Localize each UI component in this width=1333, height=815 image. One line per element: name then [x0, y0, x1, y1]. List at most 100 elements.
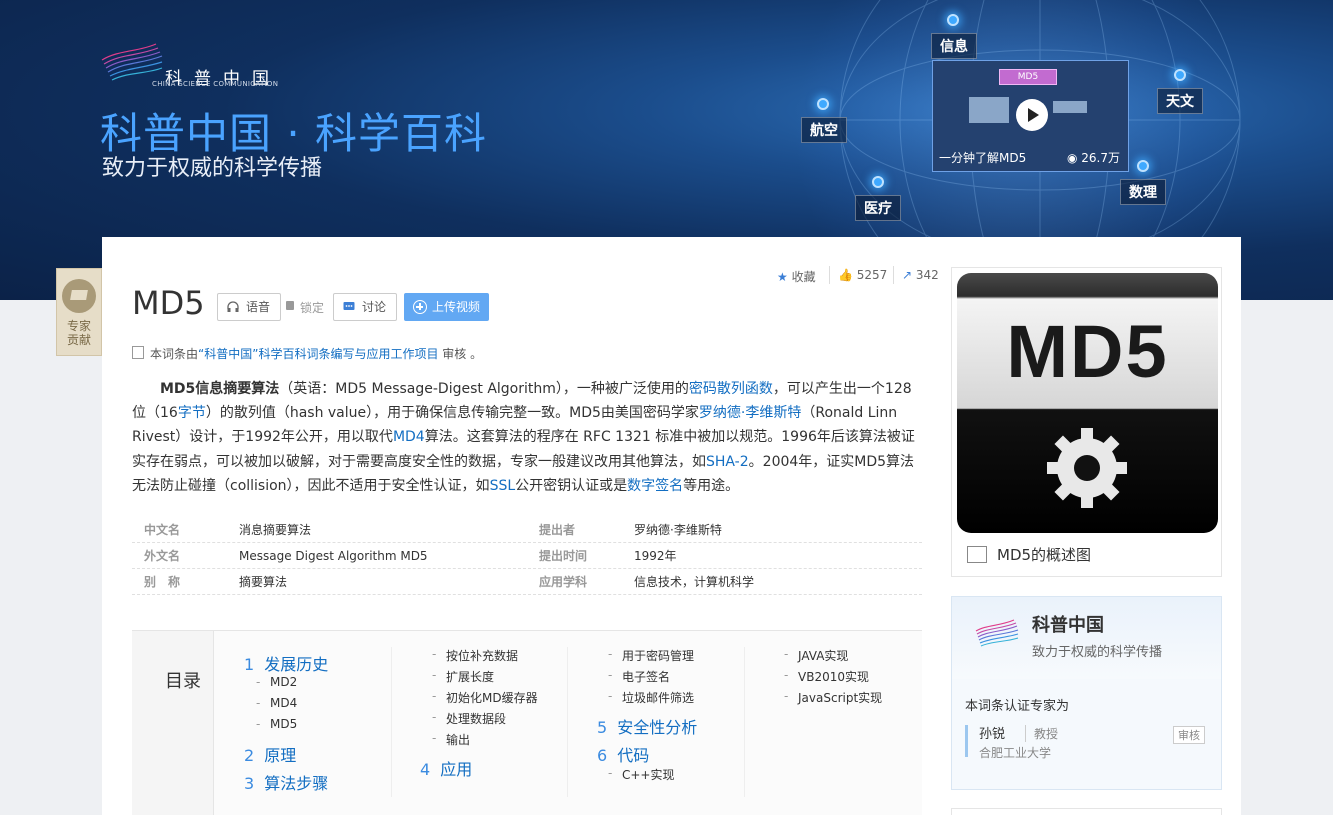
toc-section-3[interactable]: 3 算法步骤 [244, 770, 328, 794]
toc-item[interactable]: JAVA实现 [784, 647, 848, 664]
toc-item[interactable]: MD5 [256, 717, 297, 731]
expert-accent-bar [965, 725, 968, 757]
info-value: 1992年 [634, 549, 677, 563]
toc-title: 原理 [264, 746, 297, 765]
thumbs-up-icon: 👍 [838, 268, 853, 282]
gear-icon [1047, 428, 1127, 508]
toc-section-1[interactable]: 1 发展历史 [244, 651, 328, 675]
summary-text: ）的散列值（hash value），用于确保信息传输完整一致。MD5由美国密码学… [205, 405, 699, 422]
toc-item[interactable]: 电子签名 [608, 668, 670, 685]
summary-bold: MD5信息摘要算法 [160, 381, 280, 397]
upload-label: 上传视频 [432, 300, 481, 314]
link-rivest[interactable]: 罗纳德·李维斯特 [699, 405, 801, 421]
toc-section-6[interactable]: 6 代码 [597, 742, 649, 766]
tag-math-physics[interactable]: 数理 [1120, 179, 1166, 205]
voice-button[interactable]: 语音 [217, 293, 282, 321]
summary-image-box[interactable]: MD5 MD5的概述图 [951, 267, 1222, 577]
toc-num: 1 [244, 655, 255, 674]
image-caption[interactable]: MD5的概述图 [967, 544, 1091, 565]
expert-title: 教授 [1025, 725, 1058, 742]
discuss-label: 讨论 [362, 300, 387, 314]
entry-title: MD5 [132, 284, 205, 322]
info-value-link[interactable]: 罗纳德·李维斯特 [634, 517, 722, 543]
toc-num: 5 [597, 718, 608, 737]
document-icon [132, 346, 144, 359]
info-row: 外文名 Message Digest Algorithm MD5 提出时间 19… [132, 543, 922, 569]
upload-video-button[interactable]: 上传视频 [404, 293, 489, 321]
tag-astronomy[interactable]: 天文 [1157, 88, 1203, 114]
tag-info[interactable]: 信息 [931, 33, 977, 59]
summary-text: （英语：MD5 Message-Digest Algorithm），一种被广泛使… [279, 381, 689, 397]
review-suffix: 审核 。 [438, 347, 483, 361]
review-project-link[interactable]: “科普中国”科学百科词条编写与应用工作项目 [198, 347, 438, 361]
lock-label: 锁定 [300, 301, 325, 315]
video-slide-block [1053, 101, 1087, 113]
table-of-contents: 目录 1 发展历史 MD2 MD4 MD5 2 原理 3 算法步骤 按位补充数据 扩展… [132, 630, 922, 815]
toc-section-2[interactable]: 2 原理 [244, 742, 296, 766]
toc-item[interactable]: MD2 [256, 675, 297, 689]
summary-text: 公开密钥认证或是 [515, 477, 628, 494]
link-byte[interactable]: 字节 [178, 405, 206, 421]
toc-item[interactable]: 扩展长度 [432, 668, 494, 685]
toc-label: 目录 [165, 671, 201, 692]
toc-num: 6 [597, 746, 608, 765]
expert-panel: 科普中国 致力于权威的科学传播 本词条认证专家为 孙锐 教授 合肥工业大学 审核 [951, 596, 1222, 790]
toc-divider [744, 647, 745, 797]
toc-item[interactable]: 用于密码管理 [608, 647, 694, 664]
toc-section-5[interactable]: 5 安全性分析 [597, 714, 697, 738]
info-value: 信息技术，计算机科学 [634, 575, 755, 589]
toc-side: 目录 [132, 631, 214, 815]
toc-item[interactable]: 初始化MD缓存器 [432, 689, 538, 706]
tag-dot [1174, 69, 1186, 81]
video-title: 一分钟了解MD5 [939, 151, 1027, 165]
info-value: 消息摘要算法 [239, 523, 312, 537]
expert-school: 合肥工业大学 [979, 746, 1052, 760]
toc-item[interactable]: MD4 [256, 696, 297, 710]
divider [893, 266, 894, 284]
info-key: 中文名 [144, 523, 181, 537]
like-count: 5257 [856, 268, 888, 282]
expert-contribution-badge[interactable]: 专家 贡献 [56, 268, 102, 356]
info-row: 中文名 消息摘要算法 提出者 罗纳德·李维斯特 [132, 517, 922, 543]
lock-indicator: 锁定 [286, 299, 324, 316]
toc-item[interactable]: 输出 [432, 731, 470, 748]
toc-divider [391, 647, 392, 797]
tag-aviation[interactable]: 航空 [801, 117, 847, 143]
chat-icon [343, 302, 355, 310]
tag-dot [947, 14, 959, 26]
md5-image-text: MD5 [1006, 310, 1169, 393]
tag-medical[interactable]: 医疗 [855, 195, 901, 221]
video-thumbnail[interactable]: MD5 一分钟了解MD5 ◉ 26.7万 [932, 60, 1129, 172]
favorite-button[interactable]: ★ 收藏 [777, 268, 816, 285]
org-name: 科普中国 [1032, 615, 1104, 636]
toc-title: 应用 [440, 760, 473, 779]
play-icon[interactable] [1016, 99, 1048, 131]
info-key: 提出者 [539, 523, 576, 537]
expert-name[interactable]: 孙锐 [979, 723, 1005, 742]
md5-image[interactable]: MD5 [957, 273, 1218, 533]
basic-info-table: 中文名 消息摘要算法 提出者 罗纳德·李维斯特 外文名 Message Dige… [132, 517, 922, 595]
toc-item[interactable]: VB2010实现 [784, 668, 869, 685]
toc-item[interactable]: JavaScript实现 [784, 689, 882, 706]
graduation-cap-icon [62, 279, 96, 313]
org-subtitle: 致力于权威的科学传播 [1032, 645, 1163, 660]
toc-item[interactable]: C++实现 [608, 766, 675, 783]
link-hash-function[interactable]: 密码散列函数 [689, 381, 773, 397]
link-sha2[interactable]: SHA-2 [706, 454, 749, 470]
link-md4[interactable]: MD4 [393, 429, 425, 445]
site-subtitle: 致力于权威的科学传播 [102, 156, 323, 181]
toc-num: 2 [244, 746, 255, 765]
toc-item[interactable]: 处理数据段 [432, 710, 506, 727]
link-ssl[interactable]: SSL [490, 478, 516, 494]
like-button[interactable]: 👍 5257 [838, 268, 887, 282]
toc-title: 算法步骤 [264, 774, 329, 793]
toc-section-4[interactable]: 4 应用 [420, 756, 472, 780]
toc-item[interactable]: 按位补充数据 [432, 647, 518, 664]
info-row: 别 称 摘要算法 应用学科 信息技术，计算机科学 [132, 569, 922, 595]
audit-badge: 审核 [1173, 726, 1205, 744]
share-button[interactable]: ↗ 342 [902, 268, 939, 282]
toc-item[interactable]: 垃圾邮件筛选 [608, 689, 694, 706]
link-digital-signature[interactable]: 数字签名 [627, 478, 683, 494]
favorite-label: 收藏 [791, 270, 816, 284]
discuss-button[interactable]: 讨论 [333, 293, 398, 321]
